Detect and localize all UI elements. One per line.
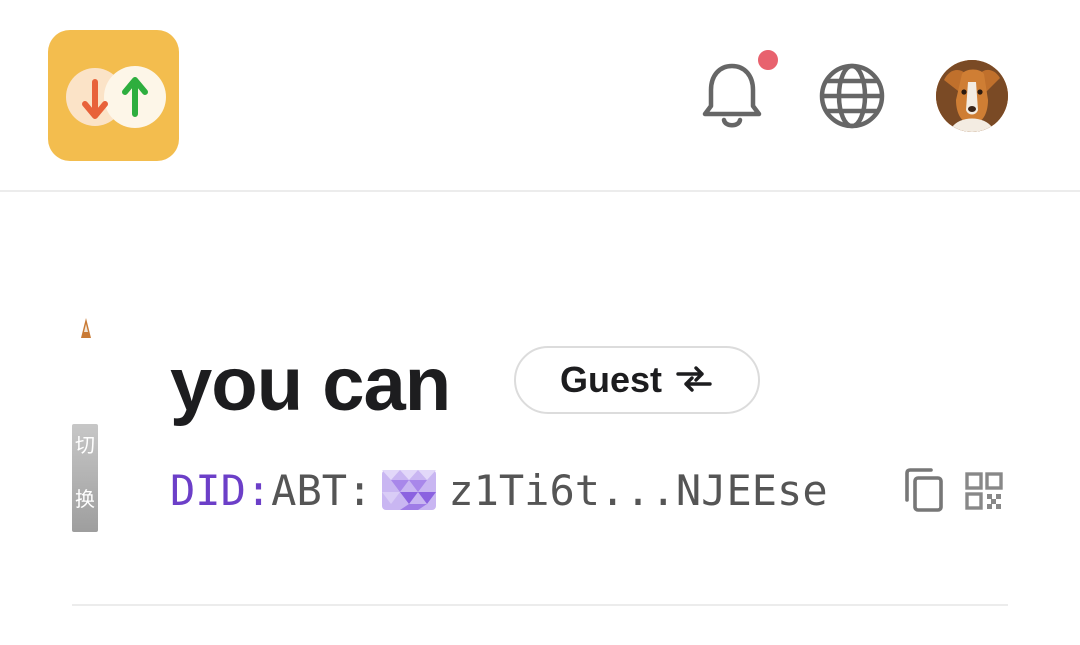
top-header [0, 0, 1080, 192]
switch-role-button[interactable]: Guest [514, 346, 760, 414]
did-row: DID: ABT: z1Ti6t...NJEEse [170, 462, 828, 518]
bell-icon [702, 63, 762, 128]
user-name: you can [170, 342, 451, 427]
side-glyph-2: 换 [75, 487, 95, 511]
swap-horizontal-icon [676, 366, 712, 392]
profile-screen: 切 换 you can Guest DID: ABT: z1Ti6t...NJE… [0, 0, 1080, 645]
notifications-button[interactable] [697, 60, 767, 132]
side-avatar-thumbnail [81, 318, 91, 338]
unread-badge-dot [756, 48, 780, 72]
qr-code-icon[interactable] [965, 472, 1003, 512]
dog-avatar-image [936, 60, 1008, 132]
did-identicon-icon [382, 470, 437, 510]
globe-icon [819, 63, 885, 129]
side-glyph-1: 切 [75, 433, 95, 457]
language-button[interactable] [816, 60, 886, 132]
app-logo[interactable] [48, 30, 179, 161]
did-value: z1Ti6t...NJEEse [448, 465, 828, 515]
swap-arrows-logo-icon [82, 77, 148, 119]
copy-icon[interactable] [903, 466, 945, 514]
section-divider [72, 604, 1008, 606]
avatar[interactable] [936, 60, 1008, 132]
role-label: Guest [559, 359, 663, 400]
side-switch-strip[interactable]: 切 换 [72, 424, 98, 532]
did-prefix: DID: [170, 465, 272, 515]
did-type: ABT: [271, 465, 373, 515]
